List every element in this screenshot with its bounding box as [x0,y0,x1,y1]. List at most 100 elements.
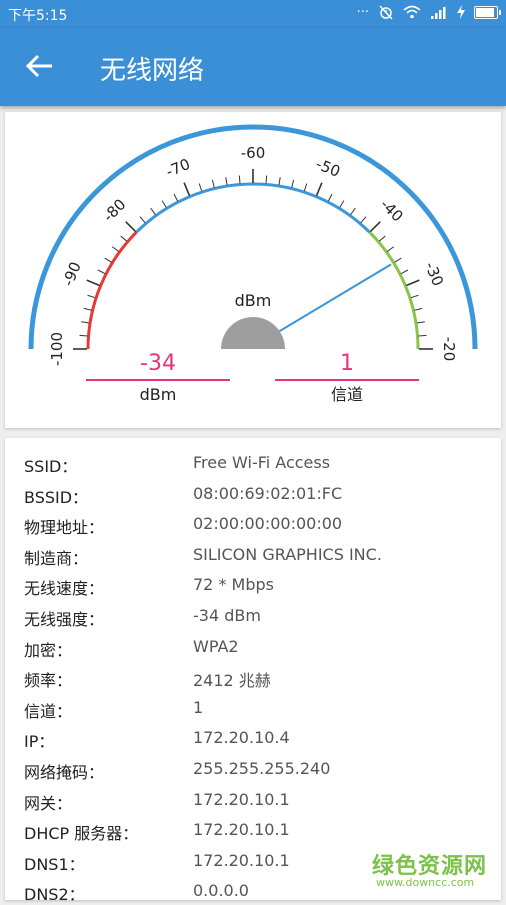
info-value: 172.20.10.1 [193,820,290,840]
gauge-tick [198,183,203,192]
gauge-tick [291,179,295,188]
gauge-tick [104,257,112,263]
signal-strength-value: -34 [140,351,176,376]
info-key: 加密： [24,640,73,660]
gauge-tick [414,307,423,311]
info-value: 172.20.10.1 [193,850,290,870]
gauge-tick [173,193,179,202]
info-value: SILICON GRAPHICS INC. [193,544,382,564]
info-key: 频率： [24,671,73,691]
gauge-tick [125,221,137,233]
gauge-tick [416,321,425,324]
gauge-needle-hub [221,317,285,349]
channel-value: 1 [340,351,354,376]
info-key: 制造商： [24,548,89,568]
gauge-tick [79,334,88,337]
info-key: IP： [24,732,55,752]
gauge-tick [387,246,395,252]
gauge-tick-label: -60 [241,144,266,162]
gauge-mid-zone-arc [135,182,371,234]
info-value: 72 * Mbps [193,575,274,595]
gauge-tick [369,221,381,233]
info-key: DNS1： [24,854,85,874]
battery-icon [474,5,501,19]
gauge-tick [211,179,215,188]
app-bar: 无线网络 [0,28,506,106]
gauge-tick [303,183,308,192]
gauge-tick [111,246,119,252]
wifi-icon [403,5,421,19]
info-value: Free Wi-Fi Access [193,453,331,472]
gauge-strong-zone-arc [368,231,420,350]
info-key: SSID： [24,457,78,476]
info-key: DNS2： [24,885,85,905]
gauge-tick [81,321,90,324]
gauge-tick [161,200,167,208]
info-key: 物理地址： [24,518,105,538]
notification-dots-icon: ··· [356,4,369,20]
gauge-tick-label: -50 [313,155,343,181]
info-key: 网络掩码： [24,763,105,782]
channel-label: 信道 [331,385,363,404]
signal-gauge: -100 -90 -80 -70 -60 -50 -40 -30 -20 dBm -34 dBm… [28,124,478,404]
gauge-tick [87,294,96,299]
info-value: 1 [193,697,204,717]
gauge-weak-zone-arc [86,231,138,350]
gauge-unit-label: dBm [235,291,272,310]
back-arrow-icon[interactable] [22,48,58,84]
info-value: 08:00:69:02:01:FC [193,483,343,503]
gauge-tick [83,307,92,311]
info-value: 172.20.10.4 [193,728,290,748]
info-key: 无线速度： [24,579,105,599]
watermark-url: www.downcc.com [376,876,475,889]
info-value: 0.0.0.0 [193,881,249,901]
info-value: WPA2 [193,636,239,656]
gauge-tick [238,175,241,184]
gauge-tick-label: -20 [440,337,458,362]
gauge-tick [400,269,409,275]
gauge-tick [265,175,268,184]
cell-signal-icon [431,6,446,19]
status-icons: ··· [356,4,501,20]
gauge-tick-label: -80 [99,195,129,225]
wifi-info-card: SSID： Free Wi-Fi Access BSSID： 08:00:69:02:… [5,438,501,904]
gauge-tick [86,279,100,287]
info-key: 信道： [24,701,73,721]
page-title: 无线网络 [100,56,205,86]
gauge-tick [360,216,367,224]
gauge-tick [410,294,419,299]
alarm-off-icon [379,5,393,20]
gauge-tick [418,334,427,337]
gauge-tick-label: -40 [377,195,407,225]
gauge-tick [339,200,345,208]
info-key: DHCP 服务器： [24,824,139,844]
info-value: 172.20.10.1 [193,789,290,809]
gauge-tick-label: -100 [48,332,66,366]
gauge-tick-label: -30 [421,259,447,289]
gauge-tick [120,235,128,242]
info-key: BSSID： [24,487,89,507]
gauge-tick [350,207,356,215]
gauge-tick [278,177,281,186]
info-value: -34 dBm [193,606,261,625]
info-value: 02:00:00:00:00:00 [193,514,343,534]
info-key: 无线强度： [24,610,105,629]
gauge-tick [406,279,420,287]
signal-gauge-card: -100 -90 -80 -70 -60 -50 -40 -30 -20 dBm -34 dBm… [5,112,501,428]
gauge-tick [183,182,191,196]
info-value: 2412 兆赫 [193,671,271,691]
status-time: 下午5:15 [8,8,68,24]
charging-icon [457,5,465,19]
gauge-tick [315,182,323,196]
gauge-tick [327,193,333,202]
gauge-tick [97,269,106,275]
gauge-tick-label: -90 [59,259,85,289]
gauge-tick [225,177,228,186]
gauge-tick-label: -70 [163,155,193,181]
signal-unit-label: dBm [140,385,177,404]
gauge-tick [394,257,402,263]
gauge-tick [139,216,146,224]
info-key: 网关： [24,793,73,813]
gauge-tick [150,207,156,215]
info-value: 255.255.255.240 [193,759,331,778]
